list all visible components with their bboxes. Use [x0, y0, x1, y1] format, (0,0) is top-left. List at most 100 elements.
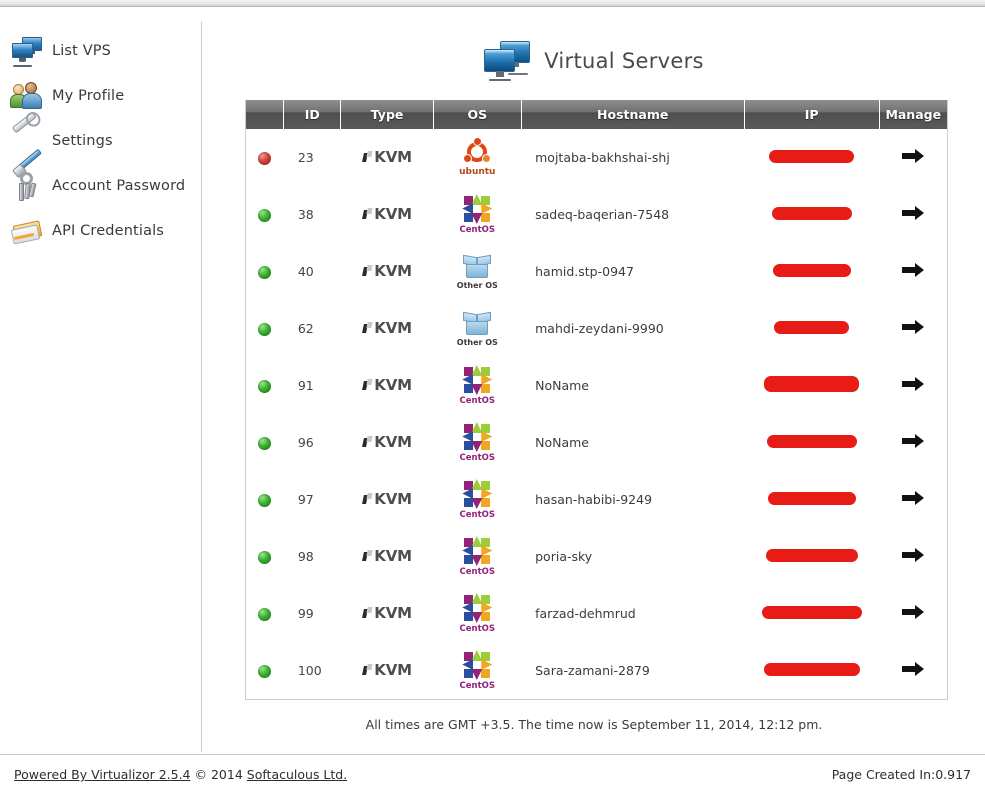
cell-os: CentOS [433, 585, 521, 642]
cell-type: KVM [341, 642, 434, 699]
ip-redacted-mark [763, 662, 860, 676]
cell-type: KVM [341, 471, 434, 528]
table-row[interactable]: 40 KVM ✦Other OS hamid.stp-0947 [246, 243, 947, 300]
page-header: Virtual Servers [203, 22, 985, 100]
cell-os: CentOS [433, 528, 521, 585]
vps-table-container: ID Type OS Hostname IP Manage 23 KVM ubunt… [245, 100, 948, 700]
arrow-right-icon[interactable] [902, 206, 925, 220]
column-header-manage[interactable]: Manage [879, 100, 947, 129]
vps-table-head: ID Type OS Hostname IP Manage [246, 100, 947, 129]
arrow-right-icon[interactable] [902, 491, 925, 505]
cell-os: CentOS [433, 414, 521, 471]
cell-id: 38 [297, 207, 314, 222]
arrow-right-icon[interactable] [902, 377, 925, 391]
table-row[interactable]: 98 KVM CentOS poria-sky [246, 528, 947, 585]
column-header-hostname[interactable]: Hostname [521, 100, 745, 129]
sidebar-item-api-credentials[interactable]: API Credentials [0, 208, 201, 253]
ip-redacted-mark [765, 548, 858, 562]
table-row[interactable]: 97 KVM CentOS hasan-habibi-9249 [246, 471, 947, 528]
table-row[interactable]: 96 KVM CentOS NoName [246, 414, 947, 471]
ip-redacted-mark [766, 434, 857, 448]
page-footer: Powered By Virtualizor 2.5.4 © 2014 Soft… [0, 754, 985, 794]
sidebar-item-label: List VPS [52, 42, 112, 59]
cell-type: KVM [341, 300, 434, 357]
table-header-row: ID Type OS Hostname IP Manage [246, 100, 947, 129]
os-label: CentOS [459, 225, 496, 235]
arrow-right-icon[interactable] [902, 605, 925, 619]
table-row[interactable]: 23 KVM ubuntu mojtaba-bakhshai-shj [246, 129, 947, 186]
cell-hostname: Sara-zamani-2879 [535, 663, 650, 678]
sidebar: List VPS My Profile Settings Account Pas… [0, 22, 202, 752]
column-header-type[interactable]: Type [340, 100, 434, 129]
sidebar-item-list-vps[interactable]: List VPS [0, 28, 201, 73]
cell-os: ✦Other OS [433, 243, 521, 300]
column-header-status[interactable] [246, 100, 285, 129]
cell-ip [744, 186, 879, 243]
cell-ip [744, 357, 879, 414]
arrow-right-icon[interactable] [902, 263, 925, 277]
other-os-logo-icon: ✦ [463, 311, 492, 337]
cell-hostname: mojtaba-bakhshai-shj [535, 150, 670, 165]
status-indicator-on [258, 665, 272, 678]
keys-icon [10, 169, 44, 203]
table-row[interactable]: 100 KVM CentOS Sara-zamani-2879 [246, 642, 947, 699]
centos-logo-icon [462, 650, 493, 680]
cell-type: KVM [341, 129, 434, 186]
cell-id: 99 [297, 606, 314, 621]
table-row[interactable]: 91 KVM CentOS NoName [246, 357, 947, 414]
arrow-right-icon[interactable] [902, 662, 925, 676]
centos-logo-icon [462, 593, 493, 623]
ip-redacted-mark [764, 376, 860, 392]
cell-os: ✦Other OS [433, 300, 521, 357]
cell-manage [879, 243, 947, 300]
arrow-right-icon[interactable] [902, 434, 925, 448]
monitors-icon [484, 41, 531, 81]
os-cell-content: CentOS [433, 593, 521, 634]
cell-status [246, 300, 284, 357]
arrow-right-icon[interactable] [902, 320, 925, 334]
arrow-right-icon[interactable] [902, 548, 925, 562]
os-cell-content: CentOS [433, 650, 521, 691]
powered-by-link[interactable]: Powered By Virtualizor 2.5.4 [14, 767, 191, 782]
centos-logo-icon [462, 536, 493, 566]
column-header-os[interactable]: OS [433, 100, 522, 129]
centos-logo-icon [462, 365, 493, 395]
server-time-note: All times are GMT +3.5. The time now is … [365, 717, 823, 732]
status-indicator-on [258, 323, 272, 336]
column-header-id[interactable]: ID [283, 100, 342, 129]
cell-id: 100 [297, 663, 322, 678]
cell-status [246, 585, 284, 642]
cell-hostname: mahdi-zeydani-9990 [535, 321, 664, 336]
cell-type: KVM [341, 243, 434, 300]
ip-redacted-mark [767, 491, 856, 505]
column-header-ip[interactable]: IP [744, 100, 880, 129]
cell-ip [744, 642, 879, 699]
cell-ip [744, 414, 879, 471]
sidebar-item-account-password[interactable]: Account Password [0, 163, 201, 208]
page-title: Virtual Servers [544, 49, 704, 73]
cell-id: 91 [297, 378, 314, 393]
kvm-icon-label: KVM [362, 604, 412, 622]
table-row[interactable]: 62 KVM ✦Other OS mahdi-zeydani-9990 [246, 300, 947, 357]
ip-redacted-mark [771, 206, 852, 220]
cell-status [246, 186, 284, 243]
tools-icon [10, 111, 44, 171]
os-cell-content: ✦Other OS [433, 311, 521, 347]
centos-logo-icon [462, 479, 493, 509]
table-row[interactable]: 99 KVM CentOS farzad-dehmrud [246, 585, 947, 642]
kvm-icon-label: KVM [362, 433, 412, 451]
company-link[interactable]: Softaculous Ltd. [247, 767, 347, 782]
table-row[interactable]: 38 KVM CentOS sadeq-baqerian-7548 [246, 186, 947, 243]
sidebar-item-settings[interactable]: Settings [0, 111, 201, 171]
cell-status [246, 642, 284, 699]
browser-chrome-strip [0, 0, 985, 7]
kvm-icon-label: KVM [362, 262, 412, 280]
people-icon [10, 79, 44, 113]
os-cell-content: CentOS [433, 422, 521, 463]
cell-ip [744, 243, 879, 300]
cell-ip [744, 528, 879, 585]
arrow-right-icon[interactable] [902, 149, 925, 163]
os-label: CentOS [459, 510, 496, 520]
cell-type: KVM [341, 585, 434, 642]
status-indicator-off [258, 152, 272, 165]
